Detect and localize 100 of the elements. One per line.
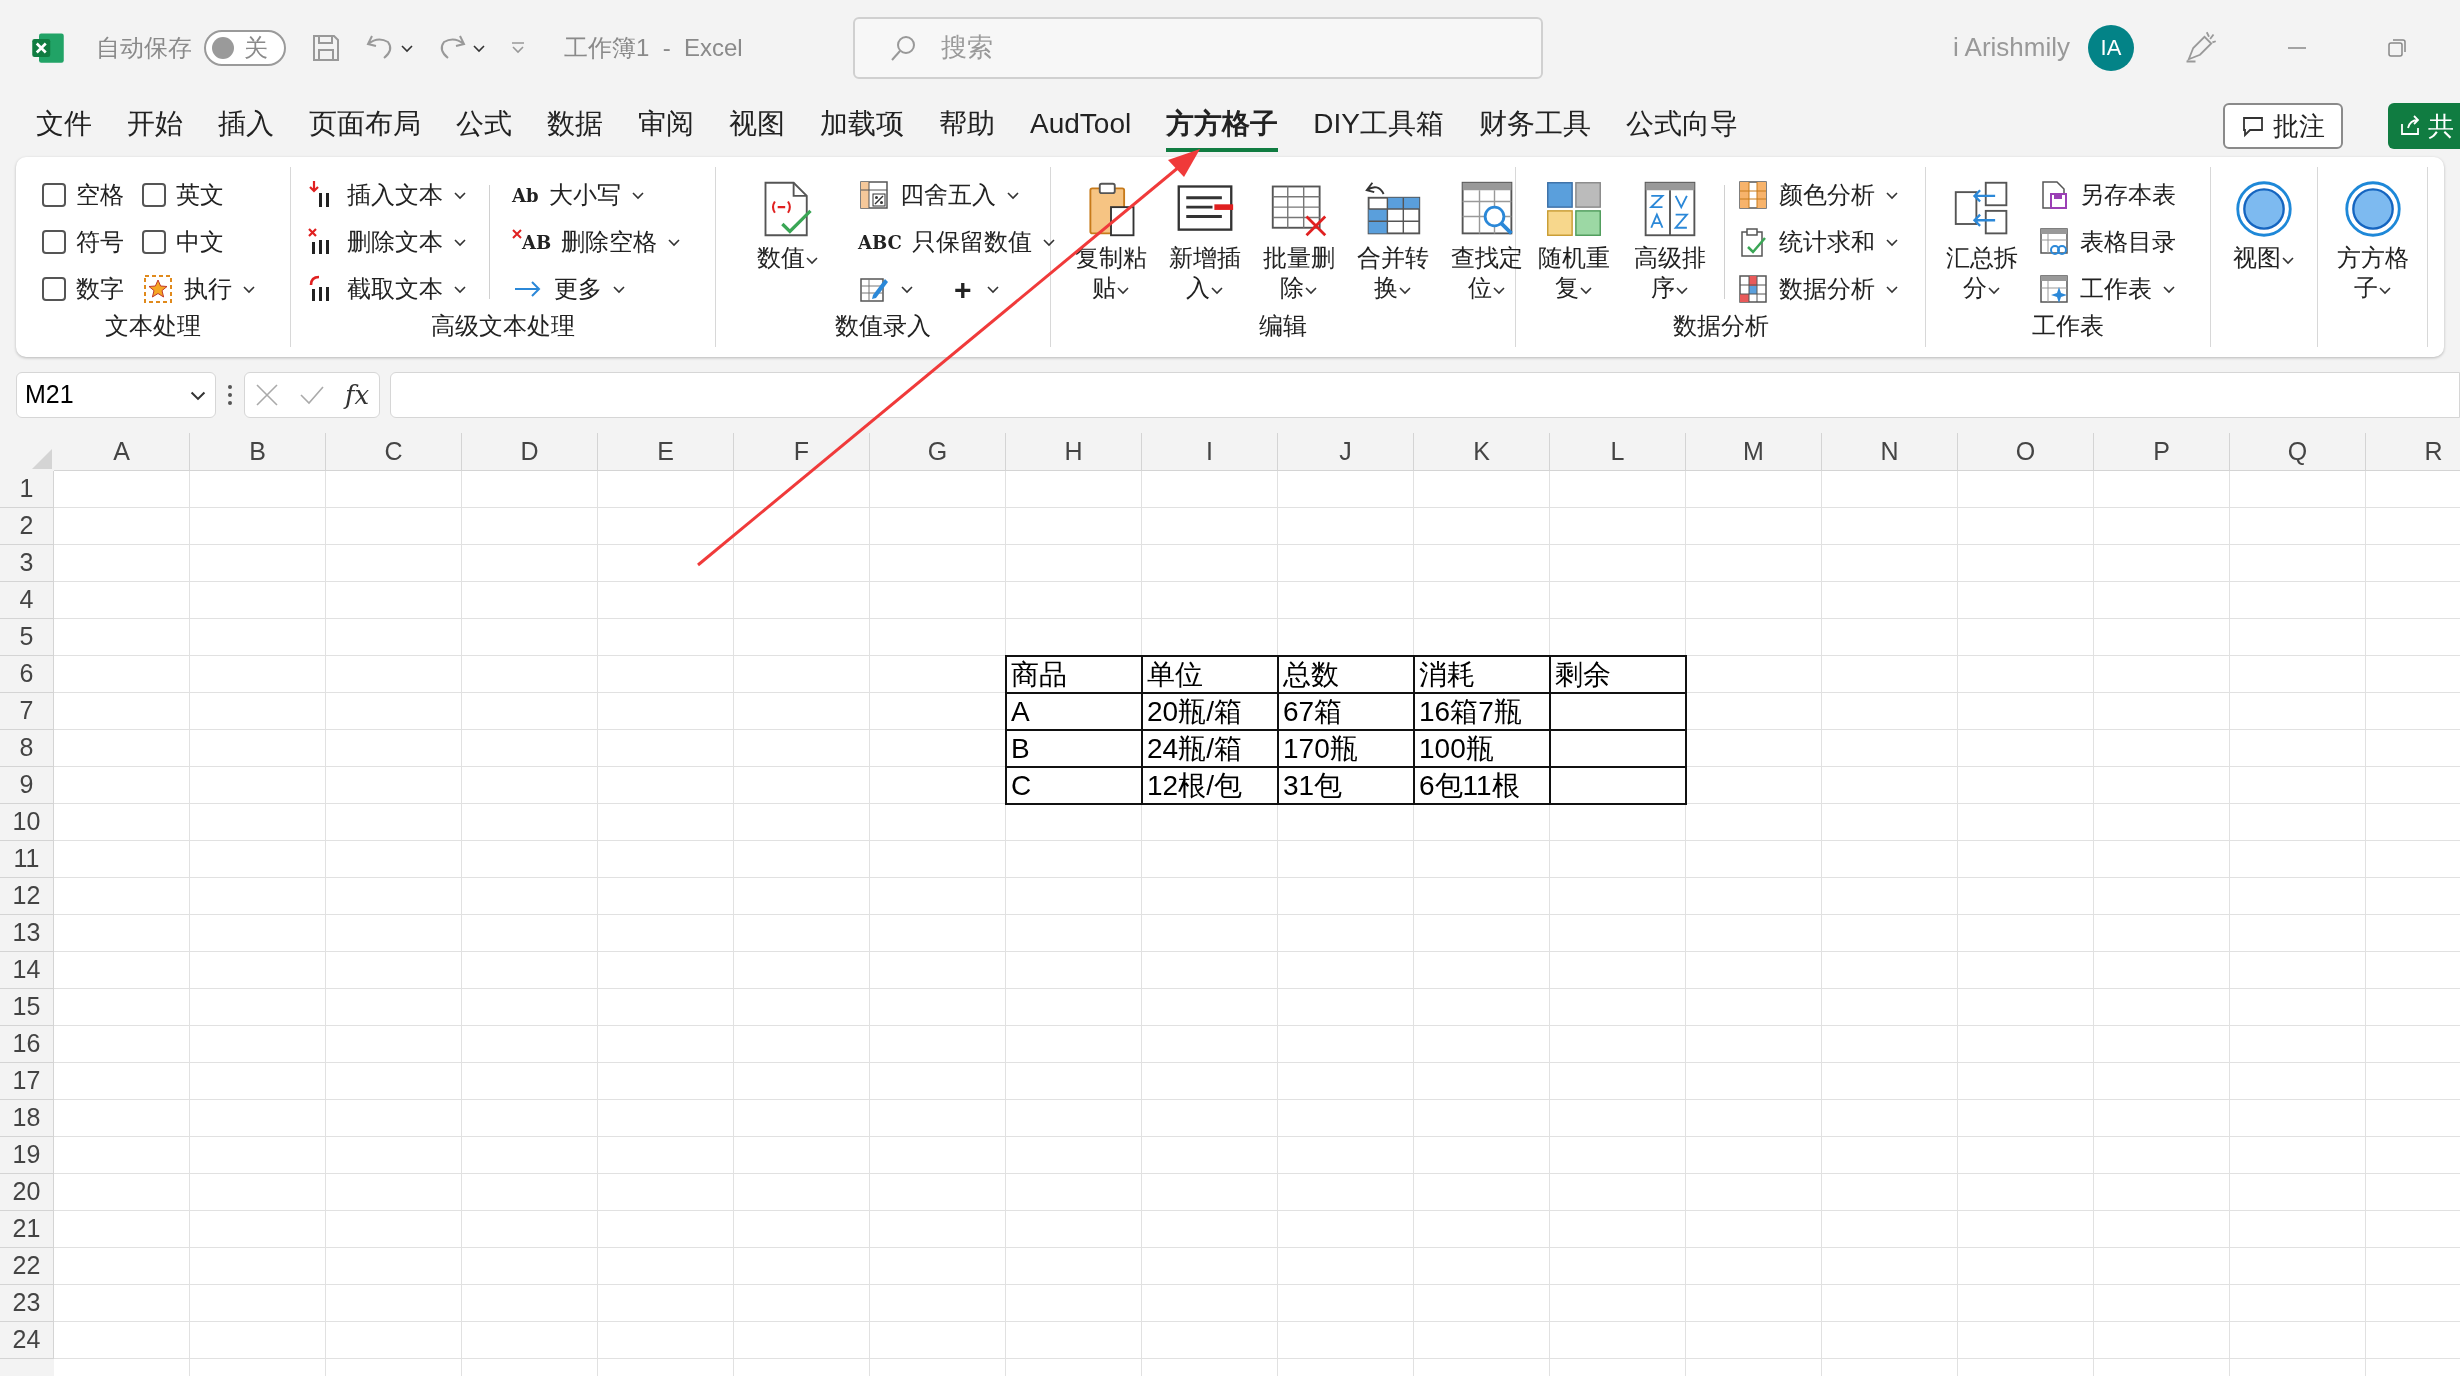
checkbox[interactable]: 数字 [42,267,124,311]
menu-tab[interactable]: 公式 [456,100,512,152]
ribbon-button[interactable]: 更多 [512,267,682,311]
checkbox-box[interactable] [42,277,66,301]
ribbon-large-button[interactable]: 视图 [2222,173,2306,273]
ribbon-button[interactable]: Ab 大小写 [512,173,682,217]
menu-tab[interactable]: 插入 [218,100,274,152]
ribbon-button[interactable]: 工作表 [2038,267,2176,311]
checkbox-label: 数字 [76,274,124,304]
checkbox-label: 中文 [176,227,224,257]
formula-input[interactable] [390,372,2460,418]
menu-tab[interactable]: 数据 [547,100,603,152]
circle-icon [2234,179,2294,239]
ribbon-large-button[interactable]: 汇总拆分 [1940,173,2024,303]
checkbox-box[interactable] [42,230,66,254]
table-cell: 24瓶/箱 [1143,731,1279,768]
checkbox[interactable]: 英文 [142,173,256,217]
table-cell: A [1007,694,1143,731]
menu-tab[interactable]: 财务工具 [1478,100,1591,152]
ribbon-large-button[interactable]: 合并转换 [1351,173,1435,303]
ribbon-button[interactable]: 另存本表 [2038,173,2176,217]
menu-tab[interactable]: 页面布局 [309,100,421,152]
user-avatar[interactable]: IA [2088,24,2134,71]
table-cell: 16箱7瓶 [1415,694,1551,731]
checkbox-label: 空格 [76,180,124,210]
table-cell: 6包11根 [1415,768,1551,805]
share-icon [2398,114,2422,138]
table-cell: 100瓶 [1415,731,1551,768]
select-all-icon[interactable] [30,447,54,471]
menu-tab[interactable]: 帮助 [939,100,995,152]
ribbon-button[interactable]: 颜色分析 [1737,173,1899,217]
rounding-table-icon [858,179,890,211]
search-field[interactable]: 搜索 [852,16,1543,79]
menu-tab[interactable]: DIY工具箱 [1313,100,1444,152]
ribbon-button[interactable]: ABC 只保留数值 [858,220,1056,264]
comment-icon [2241,114,2265,138]
ribbon-large-button[interactable]: 批量删除 [1257,173,1341,303]
restore-icon[interactable] [2386,36,2408,59]
ribbon-button[interactable]: 执行 [142,267,256,311]
table-cell: 67箱 [1279,694,1415,731]
checkbox[interactable]: 中文 [142,220,256,264]
circle-icon [2342,179,2403,239]
share-button[interactable]: 共 [2388,103,2460,149]
ribbon-button[interactable]: 统计求和 [1737,220,1899,264]
ribbon-button[interactable]: 表格目录 [2038,220,2176,264]
table-cell: 商品 [1007,657,1143,694]
checkbox[interactable]: 空格 [42,173,124,217]
checkbox-label: 符号 [76,227,124,257]
table-link-icon [2038,226,2070,258]
checkbox-box[interactable] [142,183,166,207]
menu-tab[interactable]: 加载项 [820,100,904,152]
table-cell: 12根/包 [1143,768,1279,805]
text-icon: Ab [512,181,539,209]
ribbon-large-button[interactable]: 高级排序 [1628,173,1712,303]
insert-function-button[interactable]: fx [345,375,370,415]
checkbox[interactable]: 符号 [42,220,124,264]
group-label: 工作表 [2032,311,2104,341]
colored-squares-icon [1544,179,1604,239]
checkbox-box[interactable] [42,183,66,207]
ribbon-large-button[interactable]: 查找定位 [1445,173,1529,303]
ribbon-button[interactable]: 数据分析 [1737,267,1899,311]
ribbon-button[interactable]: 四舍五入 [858,173,1056,217]
ribbon-button[interactable]: 插入文本 [305,173,467,217]
text-icon: ABC [858,228,902,256]
table-cell: 单位 [1143,657,1279,694]
group-label: 数据分析 [1672,311,1769,341]
table-cell: 170瓶 [1279,731,1415,768]
comment-button[interactable]: 批注 [2223,103,2343,149]
ribbon-large-button[interactable]: 数值 [746,173,830,273]
checkbox-label: 英文 [176,180,224,210]
ribbon-large-button[interactable]: 随机重复 [1532,173,1616,303]
menu-tab[interactable]: 开始 [127,100,183,152]
more-options-icon[interactable] [226,383,234,407]
checkbox-box[interactable] [142,230,166,254]
cancel-icon[interactable] [255,383,279,407]
menu-tab[interactable]: AudTool [1030,100,1132,152]
color-grid-icon [1737,179,1769,211]
ribbon-button[interactable]: AB 删除空格 [512,220,682,264]
ribbon-large-button[interactable]: 新增插入 [1163,173,1247,303]
group-label: 数值录入 [835,311,931,341]
window-title: 工作簿1 - Excel [564,32,743,63]
ribbon-large-button[interactable]: 方方格子 [2330,173,2415,303]
add-dropdown-button[interactable]: + [954,266,1000,312]
group-label: 编辑 [1259,311,1307,341]
ribbon-large-button[interactable]: 复制粘贴 [1069,173,1153,303]
table-cell: 31包 [1279,768,1415,805]
table-cell: 消耗 [1415,657,1551,694]
menu-tab[interactable]: 审阅 [638,100,694,152]
ribbon-button[interactable]: 截取文本 [305,267,467,311]
table-cell: B [1007,731,1143,768]
group-label: 高级文本处理 [431,311,575,341]
autosave-label: 自动保存 [96,32,192,63]
menu-tab[interactable]: 文件 [36,100,92,152]
menu-tab[interactable]: 视图 [729,100,785,152]
table-cell: 剩余 [1551,657,1687,694]
ribbon-button[interactable]: 删除文本 [305,220,467,264]
table-cell: 总数 [1279,657,1415,694]
data-grid-icon [1737,273,1769,305]
name-box[interactable]: M21 [16,372,216,418]
menu-tab[interactable]: 公式向导 [1625,100,1738,152]
